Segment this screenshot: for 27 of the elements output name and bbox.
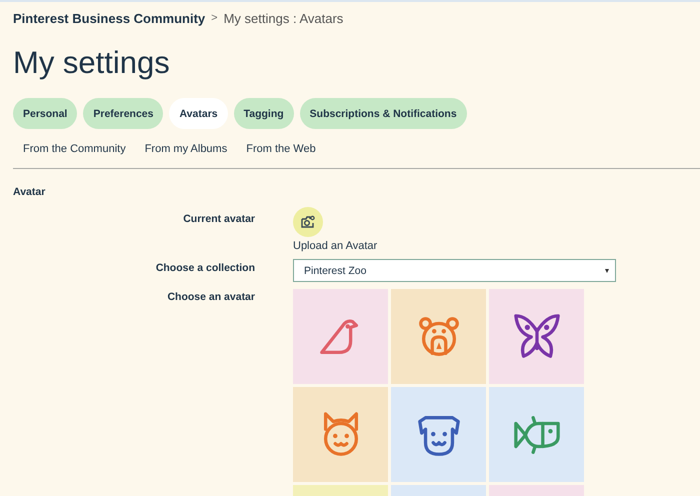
caret-icon bbox=[605, 268, 609, 272]
field-label: Current avatar bbox=[182, 212, 255, 227]
field-label: Choose an avatar bbox=[166, 290, 255, 305]
avatar-tile[interactable] bbox=[489, 289, 584, 384]
breadcrumb-link[interactable]: Pinterest Business Community bbox=[13, 10, 206, 26]
field-label: Choose a collection bbox=[154, 261, 255, 276]
avatar-tile[interactable] bbox=[391, 387, 486, 482]
avatar-tile[interactable] bbox=[489, 387, 584, 482]
tab[interactable]: Tagging bbox=[234, 98, 294, 129]
collection-dropdown[interactable]: Pinterest Zoo bbox=[293, 259, 616, 282]
tab[interactable]: Personal bbox=[13, 98, 78, 129]
tab[interactable]: Avatars bbox=[169, 98, 228, 129]
upload-link[interactable]: Upload an Avatar bbox=[293, 240, 378, 252]
avatar-tile[interactable] bbox=[293, 289, 388, 384]
section-heading: Avatar bbox=[13, 186, 46, 198]
subtab-link[interactable]: From my Albums bbox=[144, 143, 228, 168]
subtab-link[interactable]: From the Web bbox=[246, 143, 316, 168]
breadcrumb-separator: > bbox=[211, 12, 218, 24]
breadcrumb-current: My settings : Avatars bbox=[224, 10, 344, 26]
avatar-circle[interactable] bbox=[293, 207, 323, 237]
page-title: My settings bbox=[13, 44, 171, 82]
subtab-link[interactable]: From the Community bbox=[23, 143, 126, 168]
avatar-tile[interactable] bbox=[293, 387, 388, 482]
tab[interactable]: Preferences bbox=[83, 98, 164, 129]
avatar-tile[interactable] bbox=[391, 289, 486, 384]
tab[interactable]: Subscriptions & Notifications bbox=[300, 98, 467, 129]
camera-icon bbox=[300, 215, 316, 229]
